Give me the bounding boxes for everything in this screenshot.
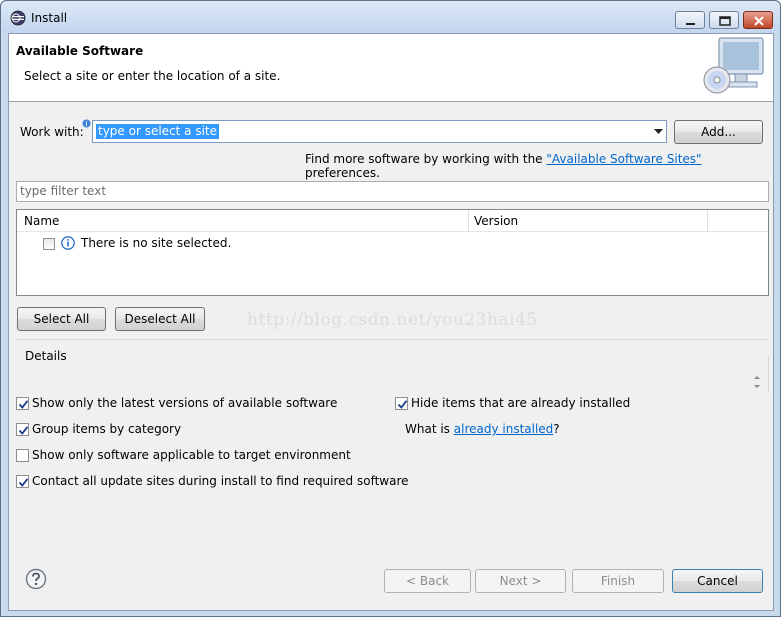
column-divider[interactable] (468, 210, 469, 232)
checkmark-icon (18, 478, 29, 487)
checkmark-icon (18, 426, 29, 435)
find-more-prefix: Find more software by working with the (305, 152, 547, 166)
contact-sites-checkbox[interactable] (16, 475, 29, 488)
row-label: There is no site selected. (81, 236, 232, 250)
cancel-button[interactable]: Cancel (672, 569, 763, 593)
minimize-icon (686, 23, 695, 25)
maximize-button[interactable] (709, 11, 739, 29)
close-button[interactable] (743, 11, 773, 29)
dialog-body: Available Software Select a site or ente… (8, 33, 774, 611)
banner-description: Select a site or enter the location of a… (24, 69, 281, 83)
column-divider[interactable] (707, 210, 708, 232)
next-button[interactable]: Next > (475, 569, 566, 593)
select-all-button[interactable]: Select All (17, 307, 106, 331)
what-is-prefix: What is (405, 422, 454, 436)
target-env-checkbox[interactable] (16, 449, 29, 462)
install-software-icon (703, 37, 764, 94)
details-label: Details (25, 349, 67, 363)
latest-versions-label: Show only the latest versions of availab… (32, 396, 338, 410)
title-bar[interactable]: Install (1, 1, 780, 33)
find-more-text: Find more software by working with the "… (305, 152, 773, 180)
column-name[interactable]: Name (24, 214, 59, 228)
help-icon[interactable] (25, 568, 47, 590)
group-category-checkbox[interactable] (16, 423, 29, 436)
already-installed-link[interactable]: already installed (454, 422, 554, 436)
target-env-label: Show only software applicable to target … (32, 448, 351, 462)
close-icon (754, 16, 764, 26)
window-title: Install (31, 11, 68, 25)
watermark-text: http://blog.csdn.net/you23hai45 (247, 310, 538, 330)
info-decoration-icon (82, 119, 91, 128)
eclipse-icon (10, 10, 26, 26)
work-with-label: Work with: (20, 125, 84, 139)
row-checkbox[interactable] (43, 238, 55, 250)
group-category-label: Group items by category (32, 422, 182, 436)
details-area (16, 356, 769, 393)
filter-input[interactable]: type filter text (16, 181, 769, 202)
chevron-down-icon[interactable] (654, 129, 663, 135)
finish-button[interactable]: Finish (572, 569, 664, 593)
available-software-sites-link[interactable]: "Available Software Sites" (546, 152, 701, 166)
what-is-suffix: ? (553, 422, 560, 436)
header-banner: Available Software Select a site or ente… (9, 34, 773, 102)
hide-installed-checkbox[interactable] (395, 397, 408, 410)
minimize-button[interactable] (675, 11, 705, 29)
install-window: Install Available Software Select a site… (0, 0, 781, 617)
add-button[interactable]: Add... (674, 120, 763, 144)
checkmark-icon (18, 400, 29, 409)
software-tree[interactable]: Name Version There is no site selected. (16, 209, 769, 296)
tree-header: Name Version (17, 210, 768, 232)
maximize-icon (719, 16, 731, 26)
tree-row[interactable]: There is no site selected. (17, 234, 768, 254)
info-icon (61, 236, 75, 250)
column-version[interactable]: Version (474, 214, 518, 228)
work-with-input[interactable]: type or select a site (96, 124, 220, 139)
find-more-suffix: preferences. (305, 166, 380, 180)
details-divider (16, 339, 769, 340)
scroll-arrows-icon[interactable] (752, 373, 762, 391)
back-button[interactable]: < Back (384, 569, 471, 593)
work-with-combo[interactable]: type or select a site (92, 120, 667, 143)
latest-versions-checkbox[interactable] (16, 397, 29, 410)
deselect-all-button[interactable]: Deselect All (115, 307, 205, 331)
what-is-installed-text: What is already installed? (405, 422, 560, 436)
checkmark-icon (397, 400, 408, 409)
contact-sites-label: Contact all update sites during install … (32, 474, 409, 488)
hide-installed-label: Hide items that are already installed (411, 396, 631, 410)
banner-title: Available Software (16, 44, 144, 58)
